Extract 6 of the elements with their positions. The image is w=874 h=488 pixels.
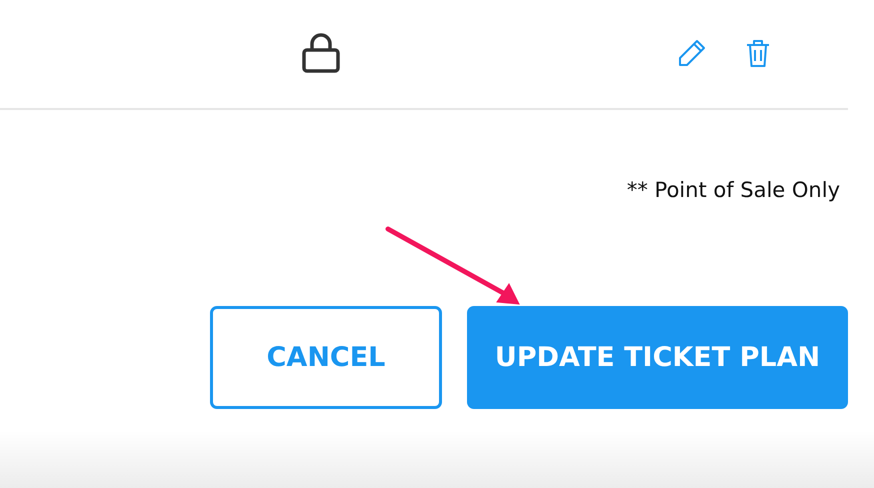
update-button[interactable]: UPDATE TICKET PLAN [467, 306, 848, 409]
lock-icon [302, 33, 340, 73]
note-text: ** Point of Sale Only [626, 177, 840, 203]
cancel-button[interactable]: CANCEL [210, 306, 442, 409]
edit-icon[interactable] [677, 38, 707, 68]
delete-icon[interactable] [745, 38, 771, 68]
